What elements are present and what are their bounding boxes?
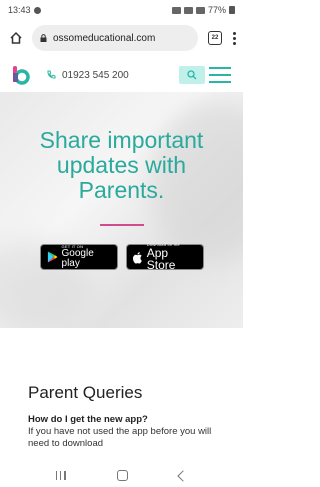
- search-icon: [187, 70, 197, 80]
- hero-banner: Share important updates with Parents. GE…: [0, 92, 243, 328]
- address-bar[interactable]: ossomeducational.com: [32, 25, 198, 51]
- phone-link[interactable]: 01923 545 200: [46, 70, 129, 81]
- store-buttons: GET IT ON Google play Download on the Ap…: [0, 243, 243, 272]
- google-play-button[interactable]: GET IT ON Google play: [39, 244, 118, 270]
- browser-toolbar: ossomeducational.com 22: [0, 22, 243, 54]
- section-title: Parent Queries: [28, 383, 143, 402]
- status-bar: 13:43 77%: [0, 0, 243, 20]
- hamburger-menu-icon[interactable]: [209, 67, 231, 83]
- google-play-label: Google play: [61, 248, 94, 269]
- back-icon[interactable]: [177, 469, 189, 482]
- home-icon: [10, 31, 22, 44]
- url-text: ossomeducational.com: [53, 32, 156, 44]
- status-time: 13:43: [8, 5, 31, 15]
- home-button[interactable]: [6, 28, 26, 48]
- google-play-icon: [47, 251, 58, 263]
- mute-icon: [171, 6, 181, 14]
- signal-icon: [195, 6, 205, 14]
- app-store-button[interactable]: Download on the App Store: [125, 243, 204, 272]
- faq-section: Parent Queries How do I get the new app?…: [0, 328, 243, 456]
- recents-icon[interactable]: [55, 471, 66, 480]
- hero-headline: Share important updates with Parents.: [39, 127, 204, 203]
- wifi-icon: [183, 6, 193, 14]
- tabs-icon[interactable]: 22: [208, 31, 222, 45]
- phone-number: 01923 545 200: [62, 69, 129, 81]
- apple-icon: [132, 251, 142, 264]
- battery-icon: [229, 6, 235, 14]
- app-store-label: App Store: [146, 246, 176, 272]
- battery-percent: 77%: [207, 5, 226, 15]
- more-menu-icon[interactable]: [232, 31, 236, 45]
- lock-icon: [40, 34, 47, 42]
- notification-icon: [33, 6, 41, 14]
- faq-answer: If you have not used the app before you …: [28, 426, 212, 449]
- status-icons: 77%: [171, 5, 235, 15]
- site-header: 01923 545 200: [0, 58, 243, 92]
- headline-divider: [100, 224, 144, 226]
- search-button[interactable]: [179, 66, 205, 84]
- system-nav-bar: [0, 464, 243, 487]
- faq-question[interactable]: How do I get the new app?: [28, 414, 148, 425]
- logo-icon[interactable]: [12, 65, 30, 85]
- home-icon[interactable]: [116, 470, 128, 481]
- phone-icon: [47, 70, 56, 79]
